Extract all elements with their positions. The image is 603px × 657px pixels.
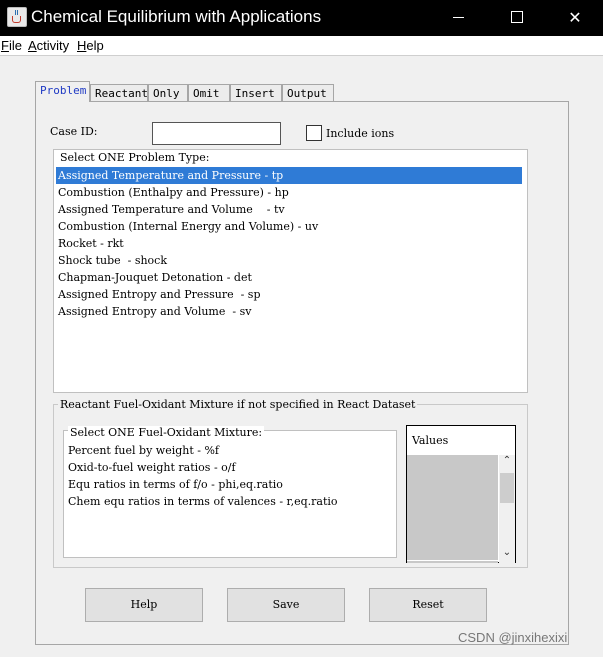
tab-omit[interactable]: Omit xyxy=(188,84,230,102)
java-cup-icon[interactable] xyxy=(7,7,27,27)
save-button[interactable]: Save xyxy=(227,588,345,622)
values-cell[interactable] xyxy=(407,470,498,486)
scrollbar-thumb[interactable] xyxy=(500,473,514,503)
minimize-icon xyxy=(453,17,464,18)
tab-problem[interactable]: Problem xyxy=(35,81,90,102)
mixture-group-title: Reactant Fuel-Oxidant Mixture if not spe… xyxy=(58,398,418,411)
menu-activity[interactable]: Activity xyxy=(28,38,69,53)
close-icon: ✕ xyxy=(568,8,582,27)
reset-button[interactable]: Reset xyxy=(369,588,487,622)
help-button[interactable]: Help xyxy=(85,588,203,622)
values-cell[interactable] xyxy=(407,530,498,546)
tab-output[interactable]: Output xyxy=(282,84,334,102)
values-cells[interactable] xyxy=(407,455,498,563)
minimize-button[interactable] xyxy=(436,0,482,36)
problem-item-sv[interactable]: Assigned Entropy and Volume - sv xyxy=(56,303,251,320)
mixture-list[interactable]: Select ONE Fuel-Oxidant Mixture: Percent… xyxy=(63,426,397,558)
values-cell[interactable] xyxy=(407,515,498,531)
problem-item-tv[interactable]: Assigned Temperature and Volume - tv xyxy=(56,201,285,218)
problem-item-rkt[interactable]: Rocket - rkt xyxy=(56,235,124,252)
mixture-list-title: Select ONE Fuel-Oxidant Mixture: xyxy=(68,426,265,439)
problem-item-sp[interactable]: Assigned Entropy and Pressure - sp xyxy=(56,286,260,303)
tab-only[interactable]: Only xyxy=(148,84,188,102)
values-cell[interactable] xyxy=(407,485,498,501)
close-button[interactable]: ✕ xyxy=(552,0,598,36)
mixture-item-of[interactable]: Oxid-to-fuel weight ratios - o/f xyxy=(66,459,236,476)
watermark: CSDN @jinxihexixi xyxy=(458,630,568,645)
maximize-button[interactable] xyxy=(494,0,540,36)
menu-bar: File Activity Help xyxy=(0,36,603,56)
mixture-item-phi[interactable]: Equ ratios in terms of f/o - phi,eq.rati… xyxy=(66,476,283,493)
values-table[interactable]: Values ⌃ ⌄ xyxy=(406,425,516,563)
values-scrollbar[interactable]: ⌃ ⌄ xyxy=(499,455,515,563)
include-ions-label: Include ions xyxy=(326,127,395,140)
tab-reactant[interactable]: Reactant xyxy=(90,84,148,102)
values-cell[interactable] xyxy=(407,500,498,516)
problem-item-hp[interactable]: Combustion (Enthalpy and Pressure) - hp xyxy=(56,184,289,201)
values-header: Values xyxy=(412,434,449,447)
values-cell[interactable] xyxy=(407,455,498,471)
chevron-up-icon[interactable]: ⌃ xyxy=(499,455,515,466)
chevron-down-icon[interactable]: ⌄ xyxy=(499,547,515,558)
mixture-item-pf[interactable]: Percent fuel by weight - %f xyxy=(66,442,219,459)
menu-file[interactable]: File xyxy=(1,38,22,53)
problem-item-shock[interactable]: Shock tube - shock xyxy=(56,252,167,269)
mixture-item-r[interactable]: Chem equ ratios in terms of valences - r… xyxy=(66,493,338,510)
problem-type-title: Select ONE Problem Type: xyxy=(58,151,212,164)
window-title: Chemical Equilibrium with Applications xyxy=(31,7,322,26)
problem-type-list[interactable]: Select ONE Problem Type: Assigned Temper… xyxy=(53,149,528,393)
case-id-label: Case ID: xyxy=(50,125,98,138)
problem-item-tp[interactable]: Assigned Temperature and Pressure - tp xyxy=(56,167,522,184)
maximize-icon xyxy=(511,11,523,23)
problem-item-uv[interactable]: Combustion (Internal Energy and Volume) … xyxy=(56,218,318,235)
case-id-input[interactable] xyxy=(152,122,281,145)
menu-help[interactable]: Help xyxy=(77,38,104,53)
problem-item-det[interactable]: Chapman-Jouquet Detonation - det xyxy=(56,269,252,286)
values-cell[interactable] xyxy=(407,545,498,561)
tab-insert[interactable]: Insert xyxy=(230,84,282,102)
include-ions-checkbox[interactable] xyxy=(306,125,322,141)
